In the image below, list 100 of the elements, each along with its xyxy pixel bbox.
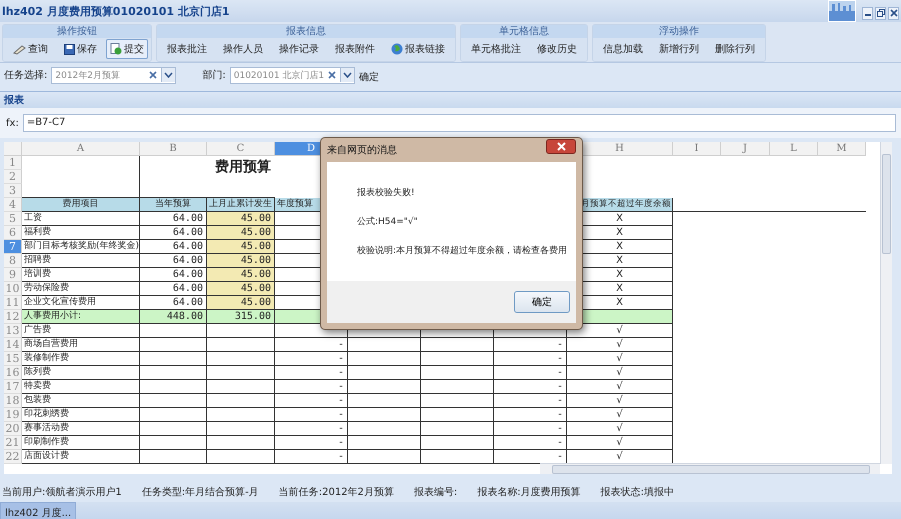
window-title: lhz402 月度费用预算01020101 北京门店1: [2, 4, 230, 18]
sheet-title: 费用预算: [215, 159, 271, 176]
toolbar-button[interactable]: 操作人员: [216, 39, 270, 59]
table-cell: √: [567, 422, 673, 436]
row-header[interactable]: 3: [4, 184, 22, 198]
table-cell: 工资: [22, 212, 140, 226]
toolbar-button[interactable]: 信息加载: [596, 39, 650, 59]
task-tab[interactable]: lhz402 月度...: [0, 502, 76, 519]
status-item: 报表名称:月度费用预算: [477, 486, 581, 499]
toolbar-button[interactable]: 查询: [6, 39, 55, 59]
row-header[interactable]: 2: [4, 170, 22, 184]
row-header[interactable]: 7: [4, 240, 22, 254]
toolbar-button[interactable]: 操作记录: [272, 39, 326, 59]
table-cell: -: [275, 422, 348, 436]
table-cell: [207, 338, 275, 352]
horizontal-scrollbar[interactable]: [540, 463, 880, 474]
vertical-scrollbar[interactable]: [880, 142, 892, 464]
formula-label: fx:: [6, 118, 19, 128]
table-cell: 劳动保险费: [22, 282, 140, 296]
table-cell: √: [567, 436, 673, 450]
row-header[interactable]: 20: [4, 422, 22, 436]
dialog-formula: 公式:H54="√": [357, 216, 419, 228]
formula-field[interactable]: =B7-C7: [22, 114, 896, 132]
table-cell: √: [567, 352, 673, 366]
table-cell: -: [494, 380, 567, 394]
row-header[interactable]: 6: [4, 226, 22, 240]
toolbar-button[interactable]: 修改历史: [530, 39, 584, 59]
row-header[interactable]: 22: [4, 450, 22, 464]
combo-box[interactable]: 2012年2月预算: [51, 66, 176, 84]
column-header[interactable]: J: [721, 142, 770, 156]
status-item: 当前任务:2012年2月预算: [278, 486, 394, 499]
row-header[interactable]: 1: [4, 156, 22, 170]
restore-button[interactable]: [875, 6, 886, 20]
toolbar-button[interactable]: 单元格批注: [464, 39, 528, 59]
corner-cell[interactable]: [4, 142, 22, 156]
row-header[interactable]: 15: [4, 352, 22, 366]
column-header[interactable]: L: [770, 142, 818, 156]
group-title: 操作按钮: [3, 25, 151, 38]
row-header[interactable]: 4: [4, 198, 22, 212]
row-header[interactable]: 14: [4, 338, 22, 352]
table-cell: 45.00: [207, 268, 275, 282]
table-cell: √: [567, 366, 673, 380]
clear-icon[interactable]: [328, 71, 336, 79]
dropdown-icon[interactable]: [161, 68, 176, 82]
confirm-link[interactable]: 确定: [358, 70, 379, 84]
table-cell: 培训费: [22, 268, 140, 282]
filter-label: 任务选择:: [4, 68, 48, 82]
row-header[interactable]: 17: [4, 380, 22, 394]
row-header[interactable]: 8: [4, 254, 22, 268]
row-header[interactable]: 16: [4, 366, 22, 380]
toolbar-button[interactable]: 报表批注: [160, 39, 214, 59]
table-cell: -: [275, 366, 348, 380]
toolbar-button[interactable]: 提交: [106, 39, 148, 59]
combo-box[interactable]: 01020101 北京门店1: [230, 66, 355, 84]
table-cell: 45.00: [207, 254, 275, 268]
table-cell: 印刷制作费: [22, 436, 140, 450]
column-header[interactable]: M: [818, 142, 866, 156]
toolbar-button[interactable]: 删除行列: [708, 39, 762, 59]
clear-icon[interactable]: [149, 71, 158, 79]
column-header[interactable]: B: [140, 142, 207, 156]
row-header[interactable]: 18: [4, 394, 22, 408]
minimize-button[interactable]: [862, 6, 873, 20]
row-header[interactable]: 12: [4, 310, 22, 324]
pencil-icon: [13, 44, 26, 54]
table-cell: 45.00: [207, 282, 275, 296]
row-header[interactable]: 9: [4, 268, 22, 282]
table-cell: [207, 422, 275, 436]
status-item: 当前用户:领航者演示用户1: [2, 486, 122, 499]
column-header[interactable]: A: [22, 142, 140, 156]
table-cell: 45.00: [207, 296, 275, 310]
row-header[interactable]: 13: [4, 324, 22, 338]
close-button[interactable]: [546, 139, 576, 154]
table-cell: -: [275, 450, 348, 464]
toolbar-button[interactable]: 报表附件: [328, 39, 382, 59]
table-cell: -: [494, 408, 567, 422]
toolbar-button[interactable]: 新增行列: [652, 39, 706, 59]
row-header[interactable]: 5: [4, 212, 22, 226]
status-item: 报表状态:填报中: [600, 486, 674, 499]
dropdown-icon[interactable]: [340, 68, 354, 82]
table-cell: [207, 366, 275, 380]
toolbar-button[interactable]: 报表链接: [384, 39, 452, 59]
row-header[interactable]: 19: [4, 408, 22, 422]
document-icon: [110, 43, 122, 55]
row-header[interactable]: 21: [4, 436, 22, 450]
table-cell: 部门目标考核奖励(年终奖金): [22, 240, 140, 254]
toolbar-button[interactable]: 保存: [57, 39, 104, 59]
table-cell: 费用项目: [22, 198, 140, 212]
table-cell: [207, 324, 275, 338]
close-button[interactable]: [888, 6, 899, 20]
table-cell: 商场自营费用: [22, 338, 140, 352]
row-header[interactable]: 10: [4, 282, 22, 296]
row-header[interactable]: 11: [4, 296, 22, 310]
table-cell: [207, 450, 275, 464]
table-cell: [140, 338, 207, 352]
ok-button[interactable]: 确定: [514, 291, 570, 313]
close-icon: [890, 9, 898, 17]
dialog-message: 报表校验失败!: [357, 186, 416, 199]
column-header[interactable]: C: [207, 142, 275, 156]
table-cell: -: [494, 436, 567, 450]
column-header[interactable]: I: [673, 142, 721, 156]
